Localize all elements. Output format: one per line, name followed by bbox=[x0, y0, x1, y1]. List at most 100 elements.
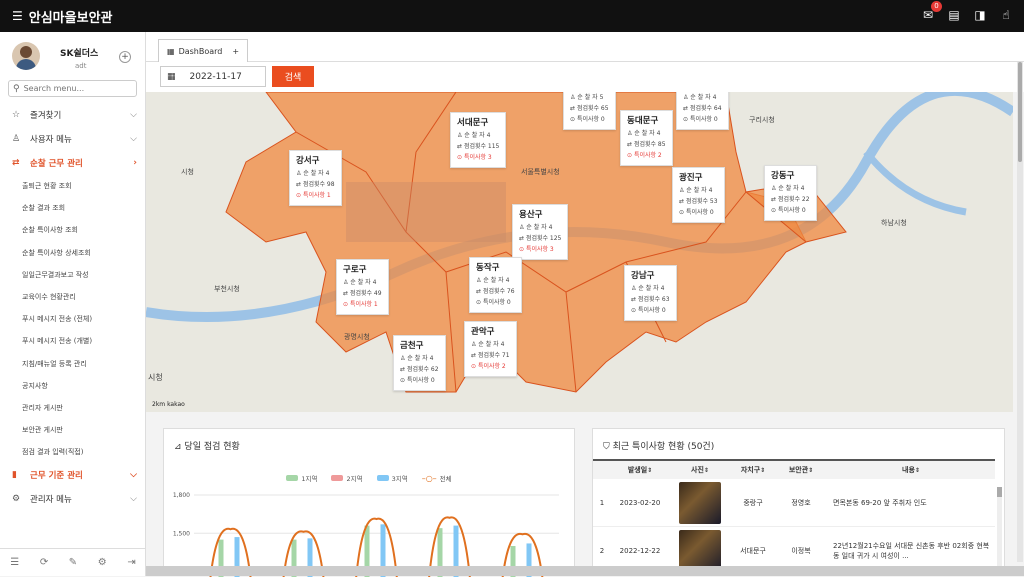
district-card[interactable]: 강남구 ♙ 순 찰 자 4 ⇄ 점검횟수 63 ⊙ 특이사항 0 bbox=[624, 265, 677, 321]
column-header[interactable]: 자치구 ⇕ bbox=[731, 461, 775, 479]
sort-icon[interactable]: ⇕ bbox=[647, 467, 652, 474]
issue-count: ⊙ 특이사항 0 bbox=[631, 307, 666, 314]
issue-photo[interactable] bbox=[679, 481, 721, 524]
check-count: ⇄ 점검횟수 71 bbox=[471, 352, 510, 359]
chevron-down-icon: ⌵ bbox=[130, 494, 137, 505]
map-place-label: 하남시청 bbox=[881, 219, 907, 227]
add-favorite-button[interactable]: + bbox=[119, 51, 131, 63]
check-count: ⇄ 점검횟수 63 bbox=[631, 296, 670, 303]
cell-officer: 정영호 bbox=[791, 498, 811, 507]
issue-count: ⊙ 특이사항 0 bbox=[476, 299, 511, 306]
page-scrollbar[interactable] bbox=[1017, 62, 1023, 562]
nav-favorites[interactable]: ☆ 즐겨찾기 ⌵ bbox=[0, 103, 145, 127]
chart-svg: 1,8001,5001,200 bbox=[173, 492, 559, 577]
patrol-count: ♙ 순 찰 자 4 bbox=[683, 94, 717, 101]
nav-basic-mgmt[interactable]: ▮ 근무 기준 관리 ⌵ bbox=[0, 463, 145, 487]
submenu-item[interactable]: 관리자 게시판 bbox=[0, 397, 145, 419]
district-card[interactable]: ♙ 순 찰 자 5 ⇄ 점검횟수 65 ⊙ 특이사항 0 bbox=[563, 92, 616, 130]
app-title: 안심마을보안관 bbox=[28, 10, 113, 26]
nav-patrol-mgmt[interactable]: ⇄ 순찰 근무 관리 › bbox=[0, 151, 145, 175]
submenu-item[interactable]: 일일근무결과보고 작성 bbox=[0, 264, 145, 286]
district-card[interactable]: 광진구 ♙ 순 찰 자 4 ⇄ 점검횟수 53 ⊙ 특이사항 0 bbox=[672, 167, 725, 223]
hand-icon[interactable]: ☝ bbox=[998, 7, 1014, 23]
district-card[interactable]: 구로구 ♙ 순 찰 자 4 ⇄ 점검횟수 49 ⊙ 특이사항 1 bbox=[336, 259, 389, 315]
document-icon: ▮ bbox=[12, 470, 17, 481]
search-button[interactable]: 검색 bbox=[272, 66, 314, 87]
sidebar-footer: ☰ ⟳ ✎ ⚙ ⇥ bbox=[0, 548, 146, 576]
patrol-count: ♙ 순 찰 자 4 bbox=[400, 355, 434, 362]
district-card[interactable]: 동대문구 ♙ 순 찰 자 4 ⇄ 점검횟수 85 ⊙ 특이사항 2 bbox=[620, 110, 673, 166]
calendar-icon: ▦ bbox=[167, 46, 175, 56]
chevron-down-icon: ⌵ bbox=[130, 110, 137, 120]
district-card[interactable]: 동작구 ♙ 순 찰 자 4 ⇄ 점검횟수 76 ⊙ 특이사항 0 bbox=[469, 257, 522, 313]
district-map[interactable]: 시청 부천시청 광명시청 하남시청 구리시청 서울특별시청 시청 2km kak… bbox=[146, 92, 1013, 412]
submenu-item[interactable]: 순찰 특이사항 상세조회 bbox=[0, 242, 145, 264]
sort-icon[interactable]: ⇕ bbox=[760, 467, 765, 474]
district-card[interactable]: 강서구 ♙ 순 찰 자 4 ⇄ 점검횟수 98 ⊙ 특이사항 1 bbox=[289, 150, 342, 206]
map-place-label: 시청 bbox=[181, 168, 194, 176]
language-icon[interactable]: ◨ bbox=[972, 7, 988, 23]
scrollbar-thumb[interactable] bbox=[1018, 62, 1022, 162]
district-card[interactable]: 강동구 ♙ 순 찰 자 4 ⇄ 점검횟수 22 ⊙ 특이사항 0 bbox=[764, 165, 817, 221]
profile: SK쉴더스 adt + bbox=[0, 32, 145, 80]
submenu-item[interactable]: 점검 결과 입력(직접) bbox=[0, 441, 145, 463]
district-card[interactable]: 금천구 ♙ 순 찰 자 4 ⇄ 점검횟수 62 ⊙ 특이사항 0 bbox=[393, 335, 446, 391]
submenu-item[interactable]: 출퇴근 현황 조회 bbox=[0, 175, 145, 197]
submenu-item[interactable]: 순찰 특이사항 조회 bbox=[0, 219, 145, 241]
nav-admin-menu[interactable]: ⚙ 관리자 메뉴 ⌵ bbox=[0, 487, 145, 511]
filter-bar: ▦ 2022-11-17 검색 bbox=[146, 62, 1024, 92]
map-place-label: 서울특별시청 bbox=[521, 168, 560, 176]
district-card[interactable]: 서대문구 ♙ 순 찰 자 4 ⇄ 점검횟수 115 ⊙ 특이사항 3 bbox=[450, 112, 507, 168]
table-row[interactable]: 1 2023-02-20 중랑구 정영호 면목본동 69-20 앞 주취자 인도 bbox=[593, 479, 995, 527]
add-tab-icon[interactable]: + bbox=[232, 47, 239, 56]
issue-count: ⊙ 특이사항 2 bbox=[471, 363, 506, 370]
submenu-item[interactable]: 푸시 메시지 전송 (전체) bbox=[0, 308, 145, 330]
scrollbar-thumb[interactable] bbox=[997, 487, 1002, 497]
patrol-submenu: 출퇴근 현황 조회 순찰 결과 조회 순찰 특이사항 조회 순찰 특이사항 상세조회 일… bbox=[0, 175, 145, 463]
search-input[interactable] bbox=[23, 84, 124, 93]
column-header[interactable]: 내용 ⇕ bbox=[827, 461, 995, 479]
chevron-down-icon: ⌵ bbox=[130, 470, 137, 481]
map-place-label: 구리시청 bbox=[749, 116, 775, 124]
patrol-count: ♙ 순 찰 자 4 bbox=[519, 224, 553, 231]
horizontal-scrollbar[interactable] bbox=[146, 566, 1024, 576]
list-icon[interactable]: ☰ bbox=[10, 557, 19, 568]
submenu-item[interactable]: 푸시 메시지 전송 (개별) bbox=[0, 330, 145, 352]
date-field[interactable]: ▦ 2022-11-17 bbox=[160, 66, 266, 87]
check-count: ⇄ 점검횟수 53 bbox=[679, 198, 718, 205]
column-header[interactable]: 발생일 ⇕ bbox=[611, 461, 669, 479]
sort-icon[interactable]: ⇕ bbox=[915, 467, 920, 474]
sort-icon[interactable]: ⇕ bbox=[808, 467, 813, 474]
refresh-icon[interactable]: ⟳ bbox=[40, 557, 48, 568]
issue-count: ⊙ 특이사항 1 bbox=[343, 301, 378, 308]
list-icon[interactable]: ▤ bbox=[946, 7, 962, 23]
sort-icon[interactable]: ⇕ bbox=[704, 467, 709, 474]
tab-dashboard[interactable]: ▦ DashBoard + bbox=[158, 39, 249, 62]
check-count: ⇄ 점검횟수 22 bbox=[771, 196, 810, 203]
settings-icon[interactable]: ⚙ bbox=[98, 557, 107, 568]
check-count: ⇄ 점검횟수 125 bbox=[519, 235, 562, 242]
nav-user-menu[interactable]: ♙ 사용자 메뉴 ⌵ bbox=[0, 127, 145, 151]
sidebar: SK쉴더스 adt + ⚲ ☆즐겨찾기⌵ ♙사용자 메뉴⌵ ⇄순찰 근무 관리›… bbox=[0, 32, 146, 576]
logout-icon[interactable]: ⇥ bbox=[127, 557, 135, 568]
submenu-item[interactable]: 보안관 게시판 bbox=[0, 419, 145, 441]
submenu-item[interactable]: 순찰 결과 조회 bbox=[0, 197, 145, 219]
edit-icon[interactable]: ✎ bbox=[69, 557, 77, 568]
table-scrollbar[interactable] bbox=[997, 487, 1002, 567]
submenu-item[interactable]: 공지사항 bbox=[0, 375, 145, 397]
district-card[interactable]: 관악구 ♙ 순 찰 자 4 ⇄ 점검횟수 71 ⊙ 특이사항 2 bbox=[464, 321, 517, 377]
column-header[interactable]: 보안관 ⇕ bbox=[775, 461, 827, 479]
district-card[interactable]: ♙ 순 찰 자 4 ⇄ 점검횟수 64 ⊙ 특이사항 0 bbox=[676, 92, 729, 130]
chevron-down-icon: ⌵ bbox=[130, 134, 137, 144]
column-header[interactable]: 사진 ⇕ bbox=[669, 461, 731, 479]
menu-collapse-icon[interactable]: ☰ bbox=[12, 9, 23, 23]
district-card[interactable]: 용산구 ♙ 순 찰 자 4 ⇄ 점검횟수 125 ⊙ 특이사항 3 bbox=[512, 204, 569, 260]
submenu-item[interactable]: 지침/매뉴얼 등록 관리 bbox=[0, 353, 145, 375]
star-icon: ☆ bbox=[12, 110, 21, 120]
patrol-count: ♙ 순 찰 자 4 bbox=[343, 279, 377, 286]
mail-icon[interactable]: ✉ 0 bbox=[920, 1, 942, 23]
district-name: 동대문구 bbox=[627, 116, 659, 126]
user-icon: ♙ bbox=[12, 134, 21, 144]
check-count: ⇄ 점검횟수 62 bbox=[400, 366, 439, 373]
submenu-item[interactable]: 교육이수 현황관리 bbox=[0, 286, 145, 308]
